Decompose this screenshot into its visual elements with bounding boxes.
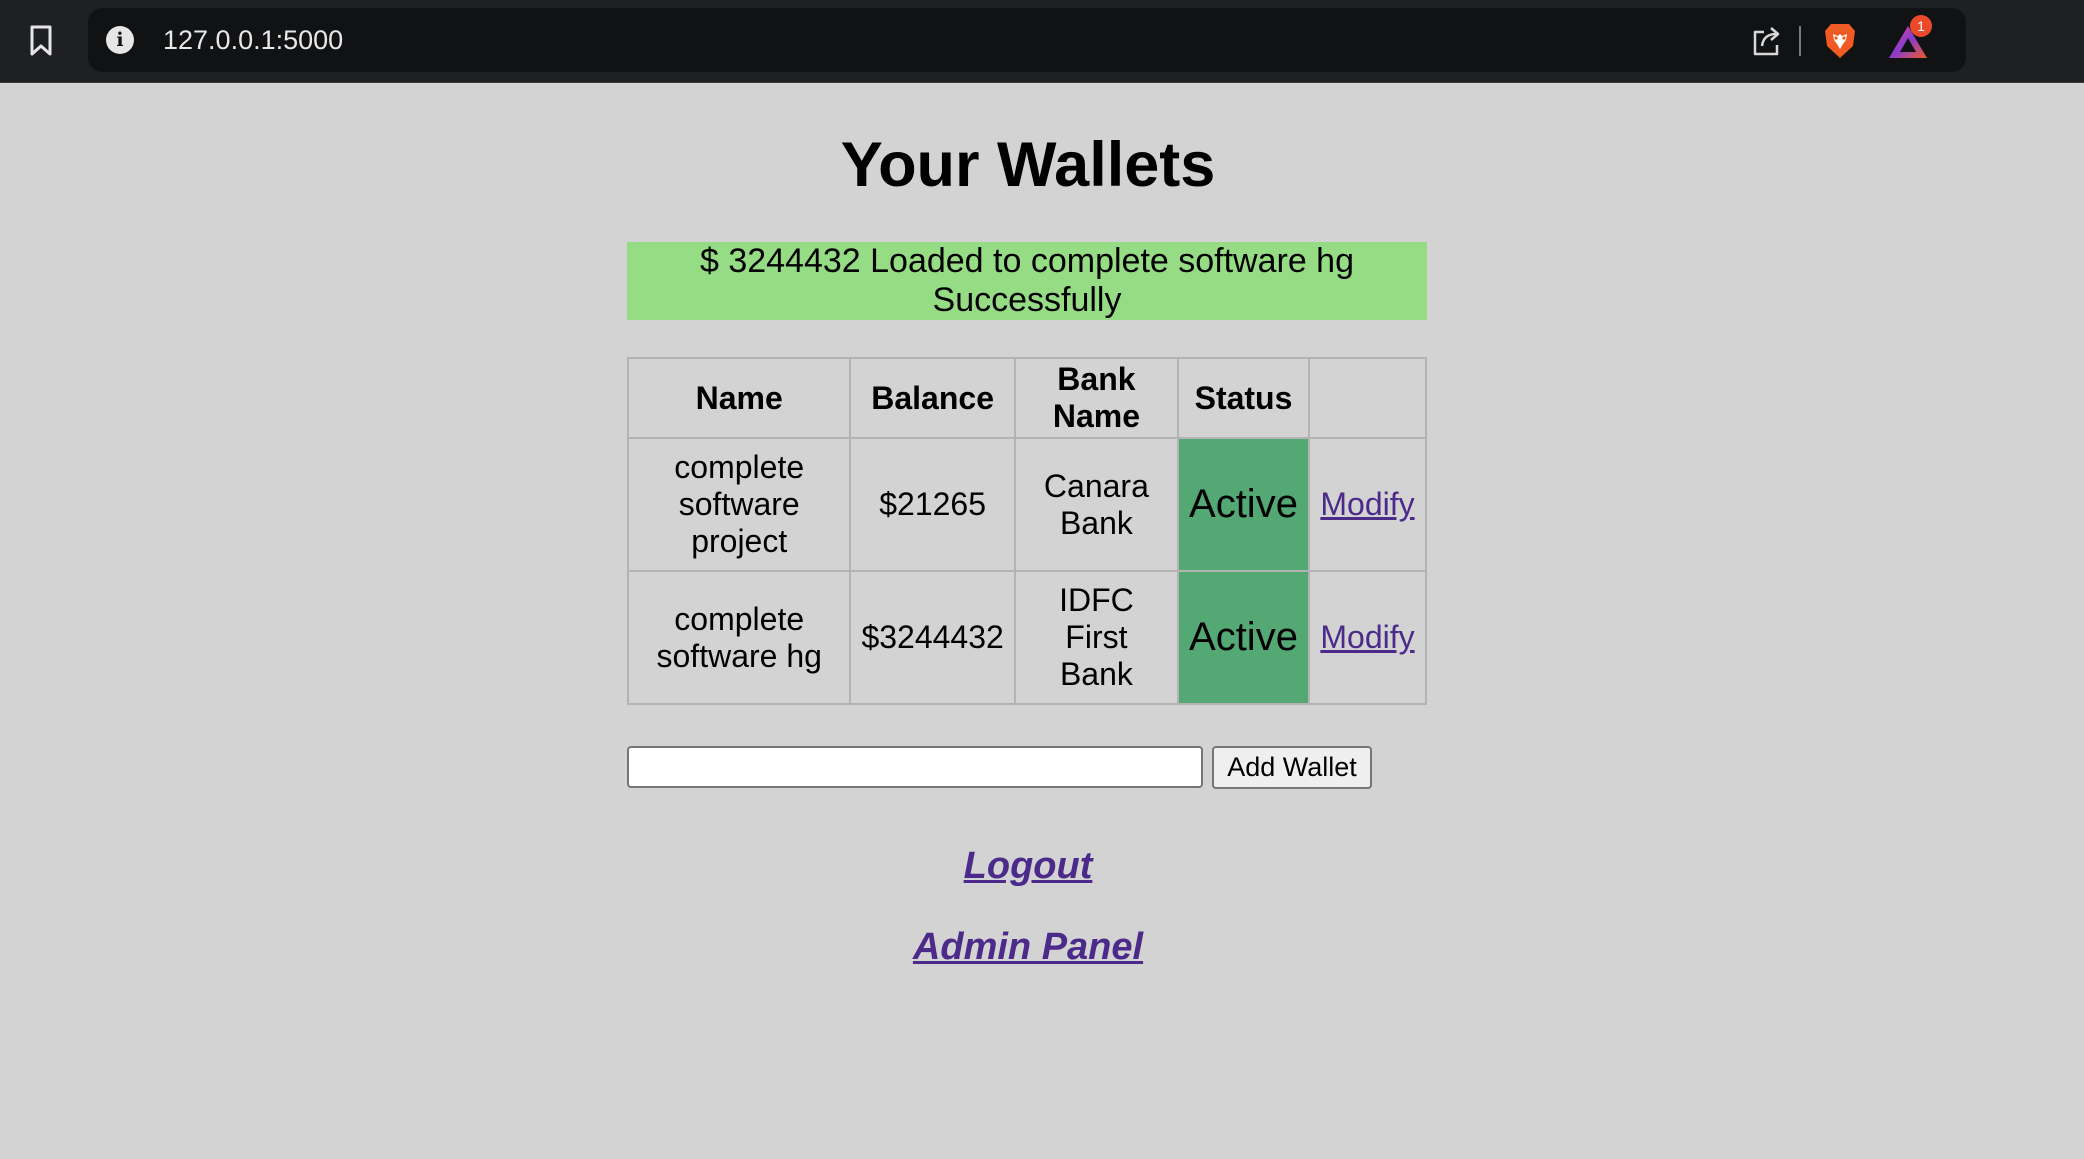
wallet-balance: $21265 — [849, 437, 1016, 572]
header-balance: Balance — [849, 357, 1016, 439]
logout-link[interactable]: Logout — [964, 845, 1093, 887]
toolbar-divider — [1799, 26, 1801, 56]
action-cell: Modify — [1307, 437, 1428, 572]
table-header-row: Name Balance Bank Name Status — [626, 357, 1428, 439]
admin-panel-container: Admin Panel — [0, 924, 2056, 970]
add-wallet-button[interactable]: Add Wallet — [1212, 746, 1372, 789]
browser-toolbar: i 127.0.0.1:5000 1 — [0, 0, 2084, 83]
wallet-name-input[interactable] — [627, 746, 1203, 788]
wallet-name: complete software project — [626, 437, 852, 572]
table-row: complete software project $21265 Canara … — [626, 437, 1428, 572]
address-bar[interactable]: i 127.0.0.1:5000 1 — [88, 8, 1966, 72]
status-badge: Active — [1177, 570, 1310, 705]
info-icon[interactable]: i — [106, 26, 134, 54]
action-cell: Modify — [1307, 570, 1428, 705]
wallet-bank-name: Canara Bank — [1013, 437, 1180, 572]
url-text[interactable]: 127.0.0.1:5000 — [163, 8, 343, 72]
flash-message: $ 3244432 Loaded to complete software hg… — [627, 242, 1427, 320]
wallets-table: Name Balance Bank Name Status complete s… — [626, 357, 1428, 705]
logout-container: Logout — [0, 843, 2056, 889]
bookmark-icon[interactable] — [22, 20, 60, 62]
page-content: Your Wallets $ 3244432 Loaded to complet… — [0, 83, 2084, 1159]
header-name: Name — [626, 357, 852, 439]
wallet-name: complete software hg — [626, 570, 852, 705]
wallet-bank-name: IDFC First Bank — [1013, 570, 1180, 705]
header-bank-name: Bank Name — [1013, 357, 1180, 439]
share-icon[interactable] — [1750, 24, 1784, 58]
modify-link[interactable]: Modify — [1320, 619, 1414, 655]
wallet-balance: $3244432 — [849, 570, 1016, 705]
header-action — [1307, 357, 1428, 439]
modify-link[interactable]: Modify — [1320, 486, 1414, 522]
notification-badge: 1 — [1910, 15, 1932, 37]
header-status: Status — [1177, 357, 1310, 439]
page-title: Your Wallets — [840, 130, 1216, 200]
status-badge: Active — [1177, 437, 1310, 572]
admin-panel-link[interactable]: Admin Panel — [913, 926, 1143, 968]
brave-shields-icon[interactable] — [1822, 22, 1858, 60]
table-row: complete software hg $3244432 IDFC First… — [626, 570, 1428, 705]
